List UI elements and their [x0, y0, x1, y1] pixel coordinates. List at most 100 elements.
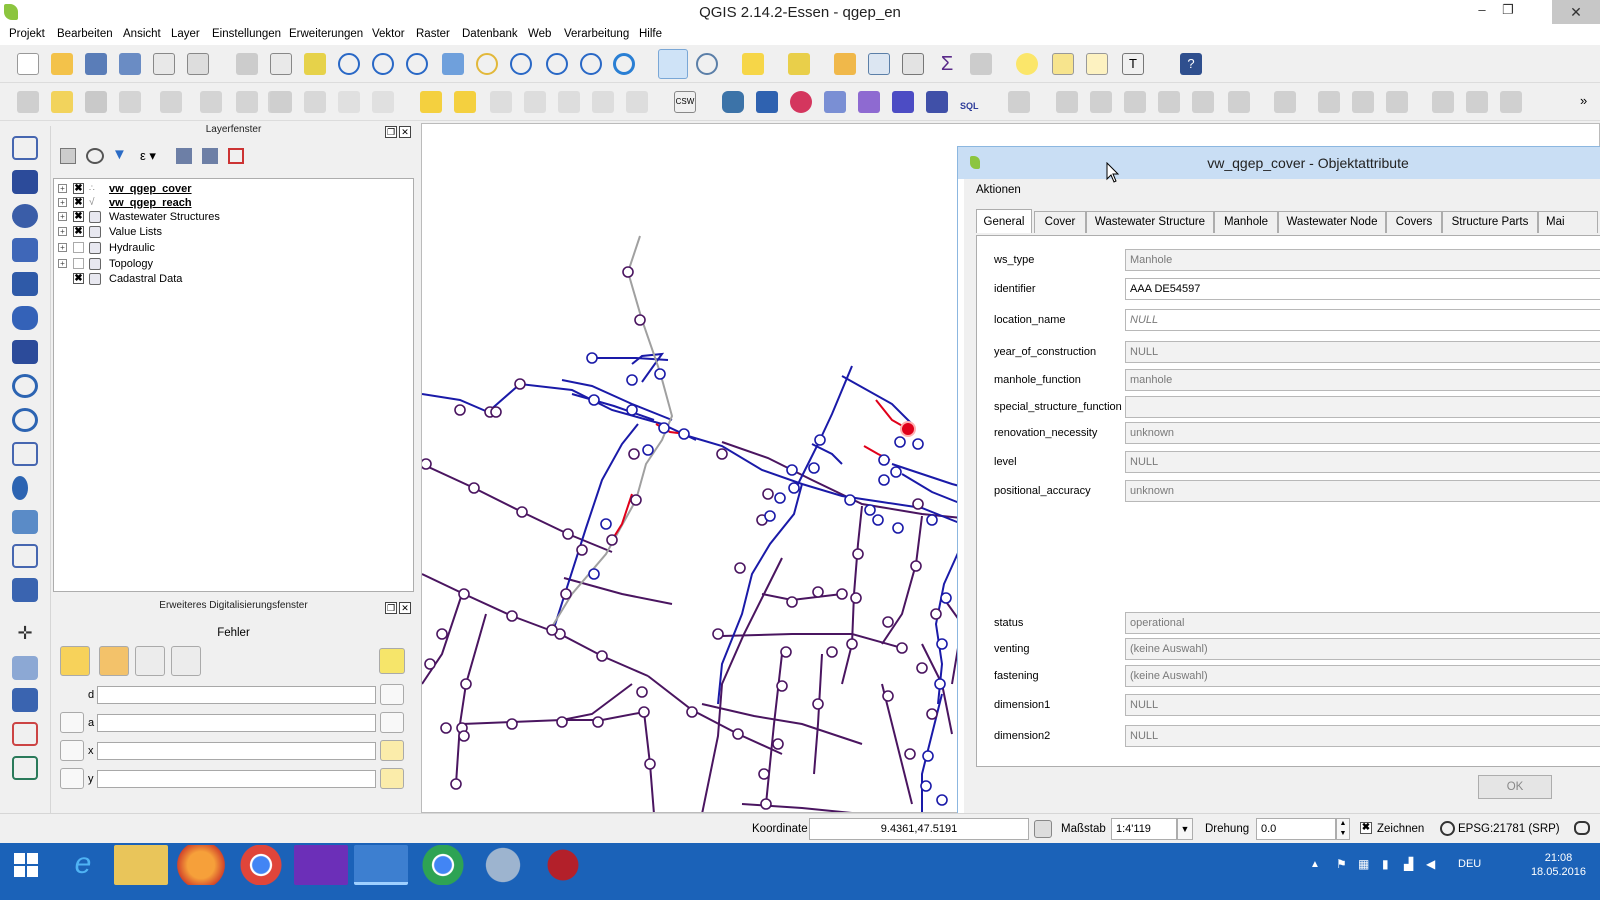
- statistics-icon[interactable]: Σ: [936, 53, 958, 75]
- menu-raster[interactable]: Raster: [416, 28, 450, 40]
- expand-icon[interactable]: +: [58, 198, 67, 207]
- flag-icon[interactable]: ⚑: [1336, 857, 1347, 871]
- ws-type-field[interactable]: Manhole: [1125, 249, 1600, 271]
- python-icon[interactable]: [722, 91, 744, 113]
- toolbar-overflow-icon[interactable]: »: [1580, 93, 1587, 108]
- layer-row-vw-qgep-cover[interactable]: + ✖ ∴ vw_qgep_cover: [58, 181, 192, 196]
- menu-datenbank[interactable]: Datenbank: [462, 28, 518, 40]
- float-panel-button[interactable]: ❐: [385, 602, 397, 614]
- fastening-field[interactable]: (keine Auswahl): [1125, 665, 1600, 687]
- add-virtual-layer-icon[interactable]: [12, 510, 38, 534]
- coordinate-field[interactable]: 9.4361,47.5191: [809, 818, 1029, 840]
- chevron-down-icon[interactable]: ▼: [1177, 818, 1193, 840]
- y-input[interactable]: [97, 770, 376, 788]
- parallel-button[interactable]: [135, 646, 165, 676]
- identifier-field[interactable]: AAA DE54597: [1125, 278, 1600, 300]
- label-icon[interactable]: [420, 91, 442, 113]
- pan-to-selection-icon[interactable]: [304, 53, 326, 75]
- digitize-tool-1-icon[interactable]: [12, 656, 38, 680]
- digitize-10-icon[interactable]: [1352, 91, 1374, 113]
- pgadmin-icon[interactable]: [476, 845, 530, 885]
- digitize-3-icon[interactable]: [1090, 91, 1112, 113]
- label-rotate-icon[interactable]: [558, 91, 580, 113]
- add-wfs-layer-icon[interactable]: [12, 442, 38, 466]
- expand-icon[interactable]: +: [58, 243, 67, 252]
- menu-ansicht[interactable]: Ansicht: [123, 28, 161, 40]
- layer-visibility-checkbox[interactable]: ✖: [73, 226, 84, 237]
- tab-wastewater-structure[interactable]: Wastewater Structure: [1086, 211, 1214, 233]
- expand-icon[interactable]: +: [58, 227, 67, 236]
- zoom-last-icon[interactable]: [546, 53, 568, 75]
- tab-structure-parts[interactable]: Structure Parts: [1442, 211, 1538, 233]
- network-icon[interactable]: ▟: [1404, 857, 1413, 871]
- renovation-necessity-field[interactable]: unknown: [1125, 422, 1600, 444]
- lock-distance-button[interactable]: [380, 684, 404, 705]
- layer-row-cadastral-data[interactable]: ✖ Cadastral Data: [73, 271, 182, 286]
- settings-button[interactable]: [379, 648, 405, 674]
- menu-projekt[interactable]: Projekt: [9, 28, 45, 40]
- composer-manager-icon[interactable]: [187, 53, 209, 75]
- add-mssql-layer-icon[interactable]: [12, 272, 38, 296]
- node-tool-icon[interactable]: [200, 91, 222, 113]
- spin-arrows-icon[interactable]: ▲ ▼: [1336, 818, 1350, 840]
- expand-icon[interactable]: +: [58, 212, 67, 221]
- zoom-full-icon[interactable]: [442, 53, 464, 75]
- tab-covers[interactable]: Covers: [1386, 211, 1442, 233]
- layer-visibility-checkbox[interactable]: [73, 258, 84, 269]
- zoom-native-icon[interactable]: [406, 53, 428, 75]
- menu-layer[interactable]: Layer: [171, 28, 200, 40]
- new-shapefile-layer-icon[interactable]: [12, 544, 38, 568]
- touch-zoom-icon[interactable]: [236, 53, 258, 75]
- add-feature-icon[interactable]: [119, 91, 141, 113]
- menu-verarbeitung[interactable]: Verarbeitung: [564, 28, 629, 40]
- manhole-function-field[interactable]: manhole: [1125, 369, 1600, 391]
- layer-visibility-checkbox[interactable]: ✖: [73, 273, 84, 284]
- plugin-1-icon[interactable]: [756, 91, 778, 113]
- digitize-tool-2-icon[interactable]: [12, 688, 38, 712]
- digitize-1-icon[interactable]: [1008, 91, 1030, 113]
- layer-row-value-lists[interactable]: + ✖ Value Lists: [58, 224, 162, 239]
- relative-x-button[interactable]: [60, 740, 84, 761]
- perpendicular-button[interactable]: [171, 646, 201, 676]
- volume-icon[interactable]: ◀: [1426, 857, 1435, 871]
- digitize-8-icon[interactable]: [1274, 91, 1296, 113]
- minimize-button[interactable]: –: [1468, 2, 1496, 22]
- file-explorer-icon[interactable]: [114, 845, 168, 885]
- layer-visibility-checkbox[interactable]: ✖: [73, 197, 84, 208]
- digitize-tool-3-icon[interactable]: [12, 722, 38, 746]
- save-as-icon[interactable]: [119, 53, 141, 75]
- selected-manhole[interactable]: [900, 421, 916, 437]
- tab-general[interactable]: General: [976, 209, 1032, 233]
- chrome-2-icon[interactable]: [416, 845, 470, 885]
- add-spatialite-layer-icon[interactable]: [12, 238, 38, 262]
- digitize-5-icon[interactable]: [1158, 91, 1180, 113]
- digitize-14-icon[interactable]: [1500, 91, 1522, 113]
- save-project-icon[interactable]: [85, 53, 107, 75]
- globe-icon[interactable]: [1440, 821, 1455, 836]
- x-input[interactable]: [97, 742, 376, 760]
- new-bookmark-icon[interactable]: [1052, 53, 1074, 75]
- paste-icon[interactable]: [372, 91, 394, 113]
- layer-visibility-checkbox[interactable]: ✖: [73, 183, 84, 194]
- menu-web[interactable]: Web: [528, 28, 551, 40]
- layer-row-topology[interactable]: + Topology: [58, 256, 153, 271]
- status-field[interactable]: operational: [1125, 612, 1600, 634]
- tab-manhole[interactable]: Manhole: [1214, 211, 1278, 233]
- digitize-6-icon[interactable]: [1192, 91, 1214, 113]
- internet-explorer-icon[interactable]: e: [56, 845, 110, 885]
- run-action-icon[interactable]: [696, 53, 718, 75]
- special-structure-function-field[interactable]: [1125, 396, 1600, 418]
- add-wcs-layer-icon[interactable]: [12, 408, 38, 432]
- menu-einstellungen[interactable]: Einstellungen: [212, 28, 281, 40]
- relative-angle-button[interactable]: [60, 712, 84, 733]
- expand-icon[interactable]: +: [58, 259, 67, 268]
- add-wms-layer-icon[interactable]: [12, 374, 38, 398]
- ok-button[interactable]: OK: [1478, 775, 1552, 799]
- messages-icon[interactable]: [1574, 821, 1590, 835]
- map-tips-icon[interactable]: [1016, 53, 1038, 75]
- measure-icon[interactable]: [970, 53, 992, 75]
- firefox-icon[interactable]: [174, 845, 228, 885]
- collapse-all-icon[interactable]: [202, 148, 218, 164]
- copy-icon[interactable]: [338, 91, 360, 113]
- render-checkbox[interactable]: ✖: [1360, 822, 1372, 834]
